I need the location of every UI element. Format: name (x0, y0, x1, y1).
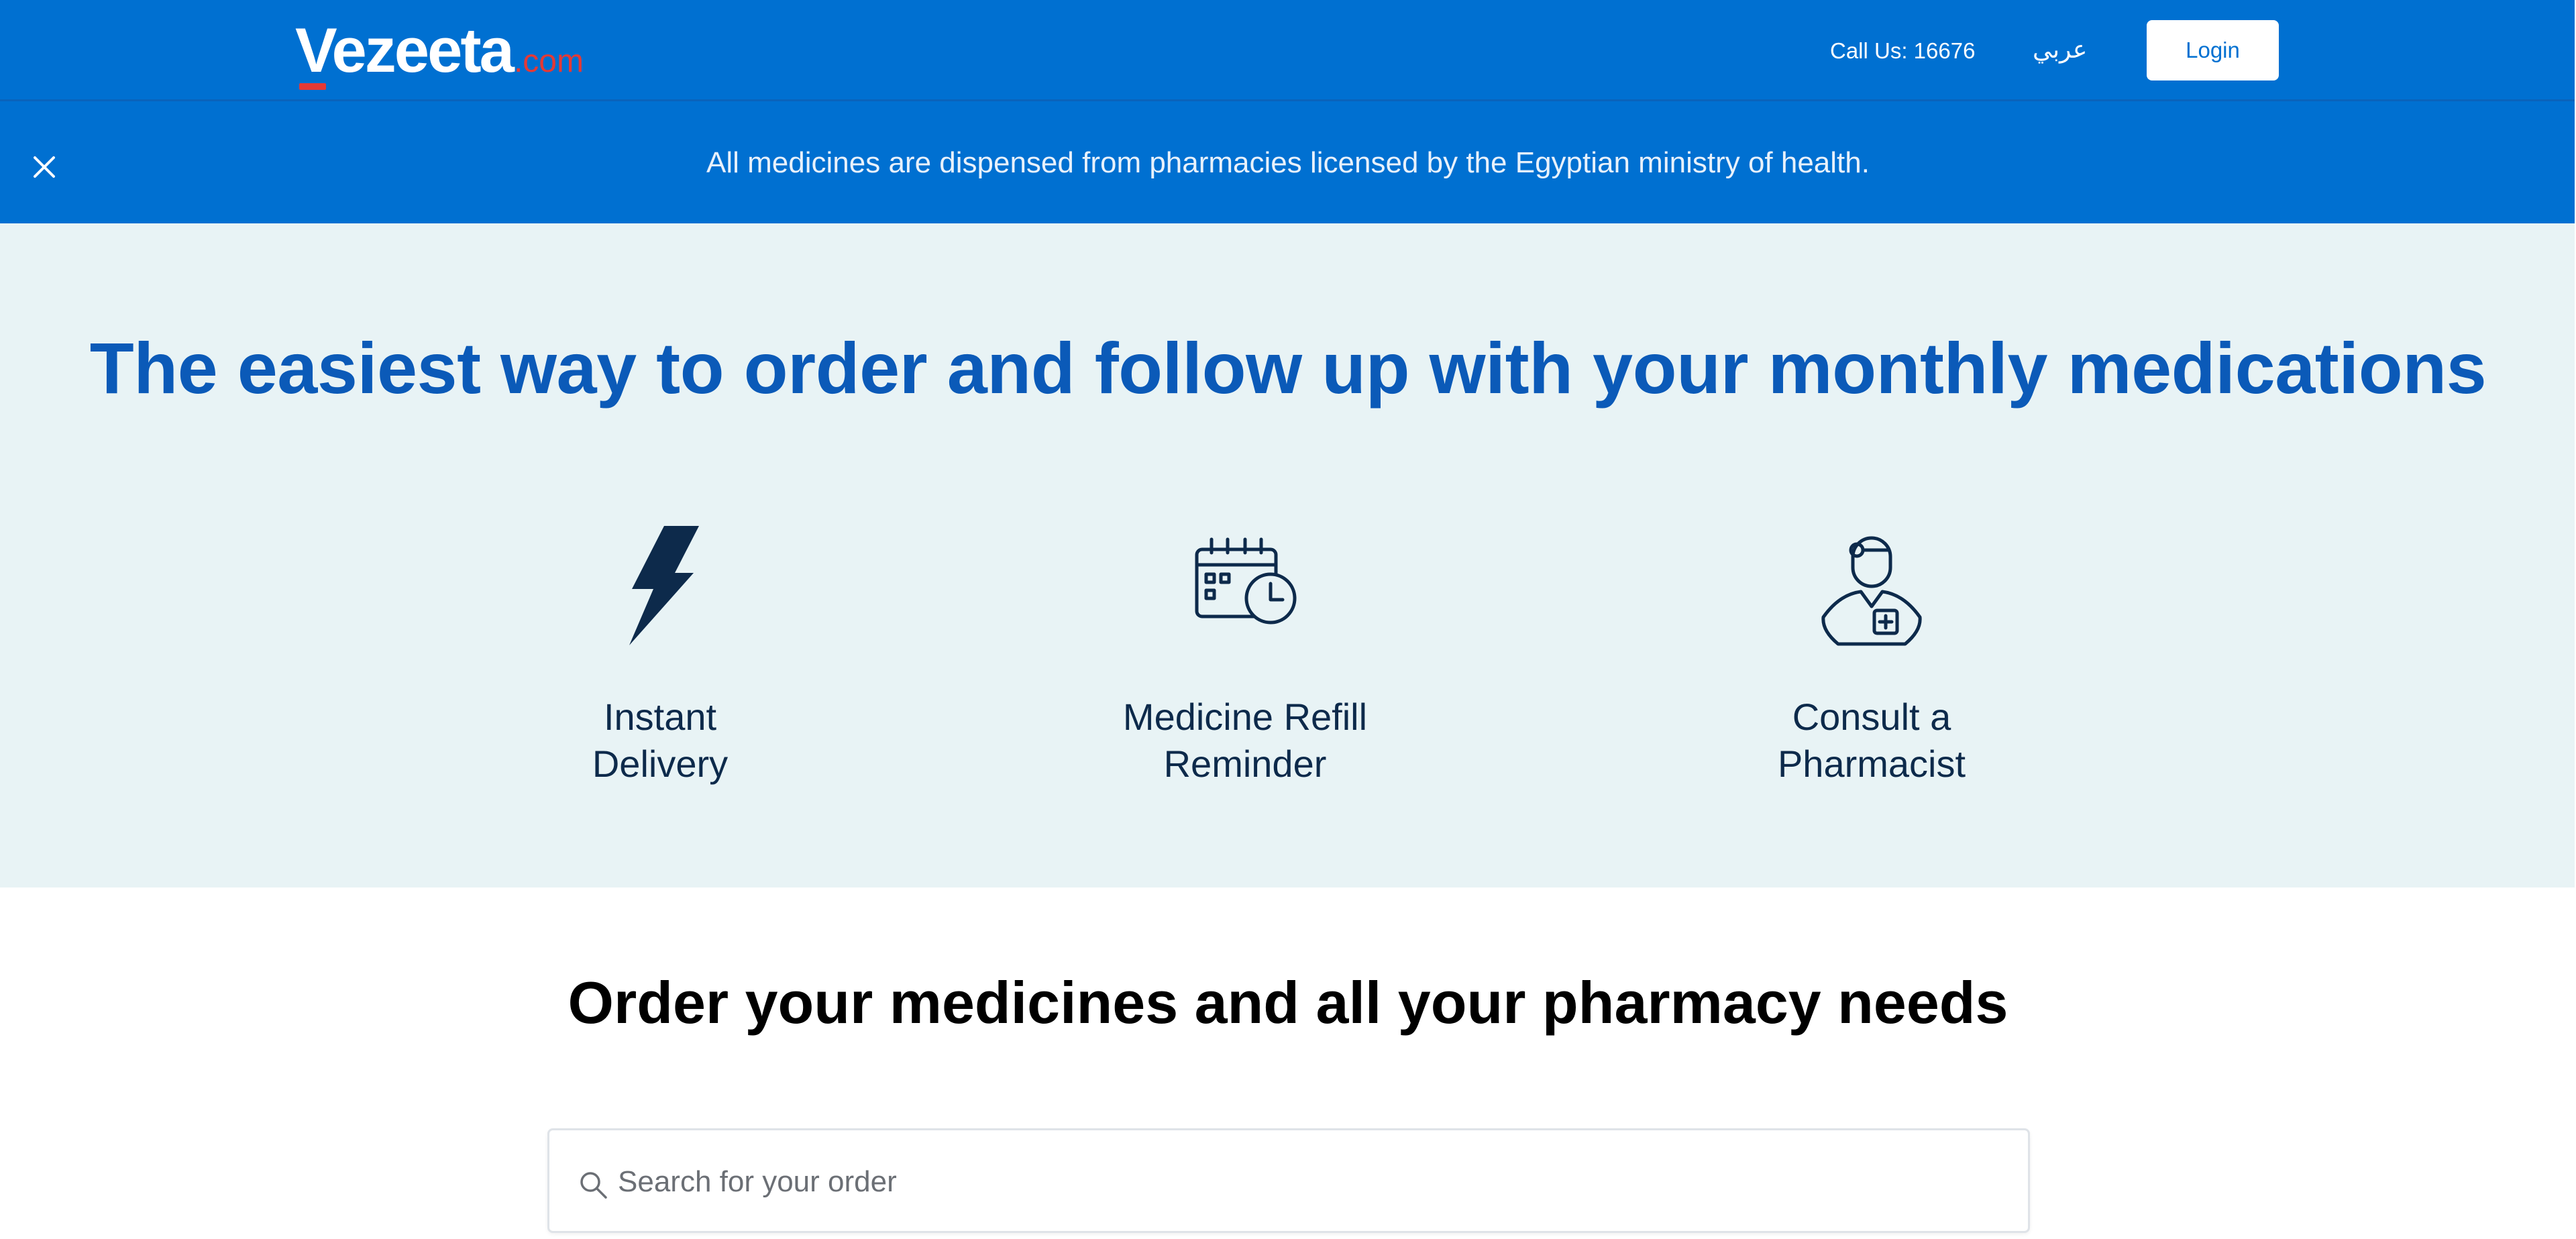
lightning-icon (629, 526, 699, 645)
feature-instant-delivery: Instant Delivery (499, 526, 821, 788)
feature-label-line2: Pharmacist (1777, 743, 1966, 785)
feature-label-line2: Reminder (1163, 743, 1327, 785)
calendar-clock-icon (1195, 537, 1297, 625)
page: Vezeeta .com Call Us: 16676 عربي Login A… (0, 0, 2576, 1239)
logo-suffix: .com (513, 44, 584, 79)
feature-consult-pharmacist: Consult a Pharmacist (1711, 526, 2033, 788)
logo-wordmark: Vezeeta (295, 15, 515, 85)
notice-text: All medicines are dispensed from pharmac… (706, 146, 1870, 179)
feature-label-line1: Consult a (1792, 696, 1951, 738)
feature-label-line1: Medicine Refill (1122, 696, 1368, 738)
top-navbar: Vezeeta .com Call Us: 16676 عربي Login (0, 0, 2576, 101)
language-toggle[interactable]: عربي (2033, 34, 2087, 67)
order-section-title: Order your medicines and all your pharma… (568, 969, 2008, 1036)
feature-label-line2: Delivery (592, 743, 729, 785)
hero-title: The easiest way to order and follow up w… (89, 327, 2487, 409)
logo-accent-bar (299, 83, 326, 90)
pharmacist-icon (1821, 536, 1922, 646)
search-icon (580, 1172, 607, 1199)
login-button[interactable]: Login (2147, 20, 2279, 80)
call-us-number[interactable]: Call Us: 16676 (1830, 36, 1975, 66)
feature-refill-reminder: Medicine Refill Reminder (1084, 526, 1406, 788)
search-input[interactable] (616, 1154, 2001, 1209)
search-box[interactable] (547, 1128, 2030, 1233)
feature-label-line1: Instant (603, 696, 717, 738)
vezeeta-logo[interactable]: Vezeeta .com (295, 15, 584, 90)
